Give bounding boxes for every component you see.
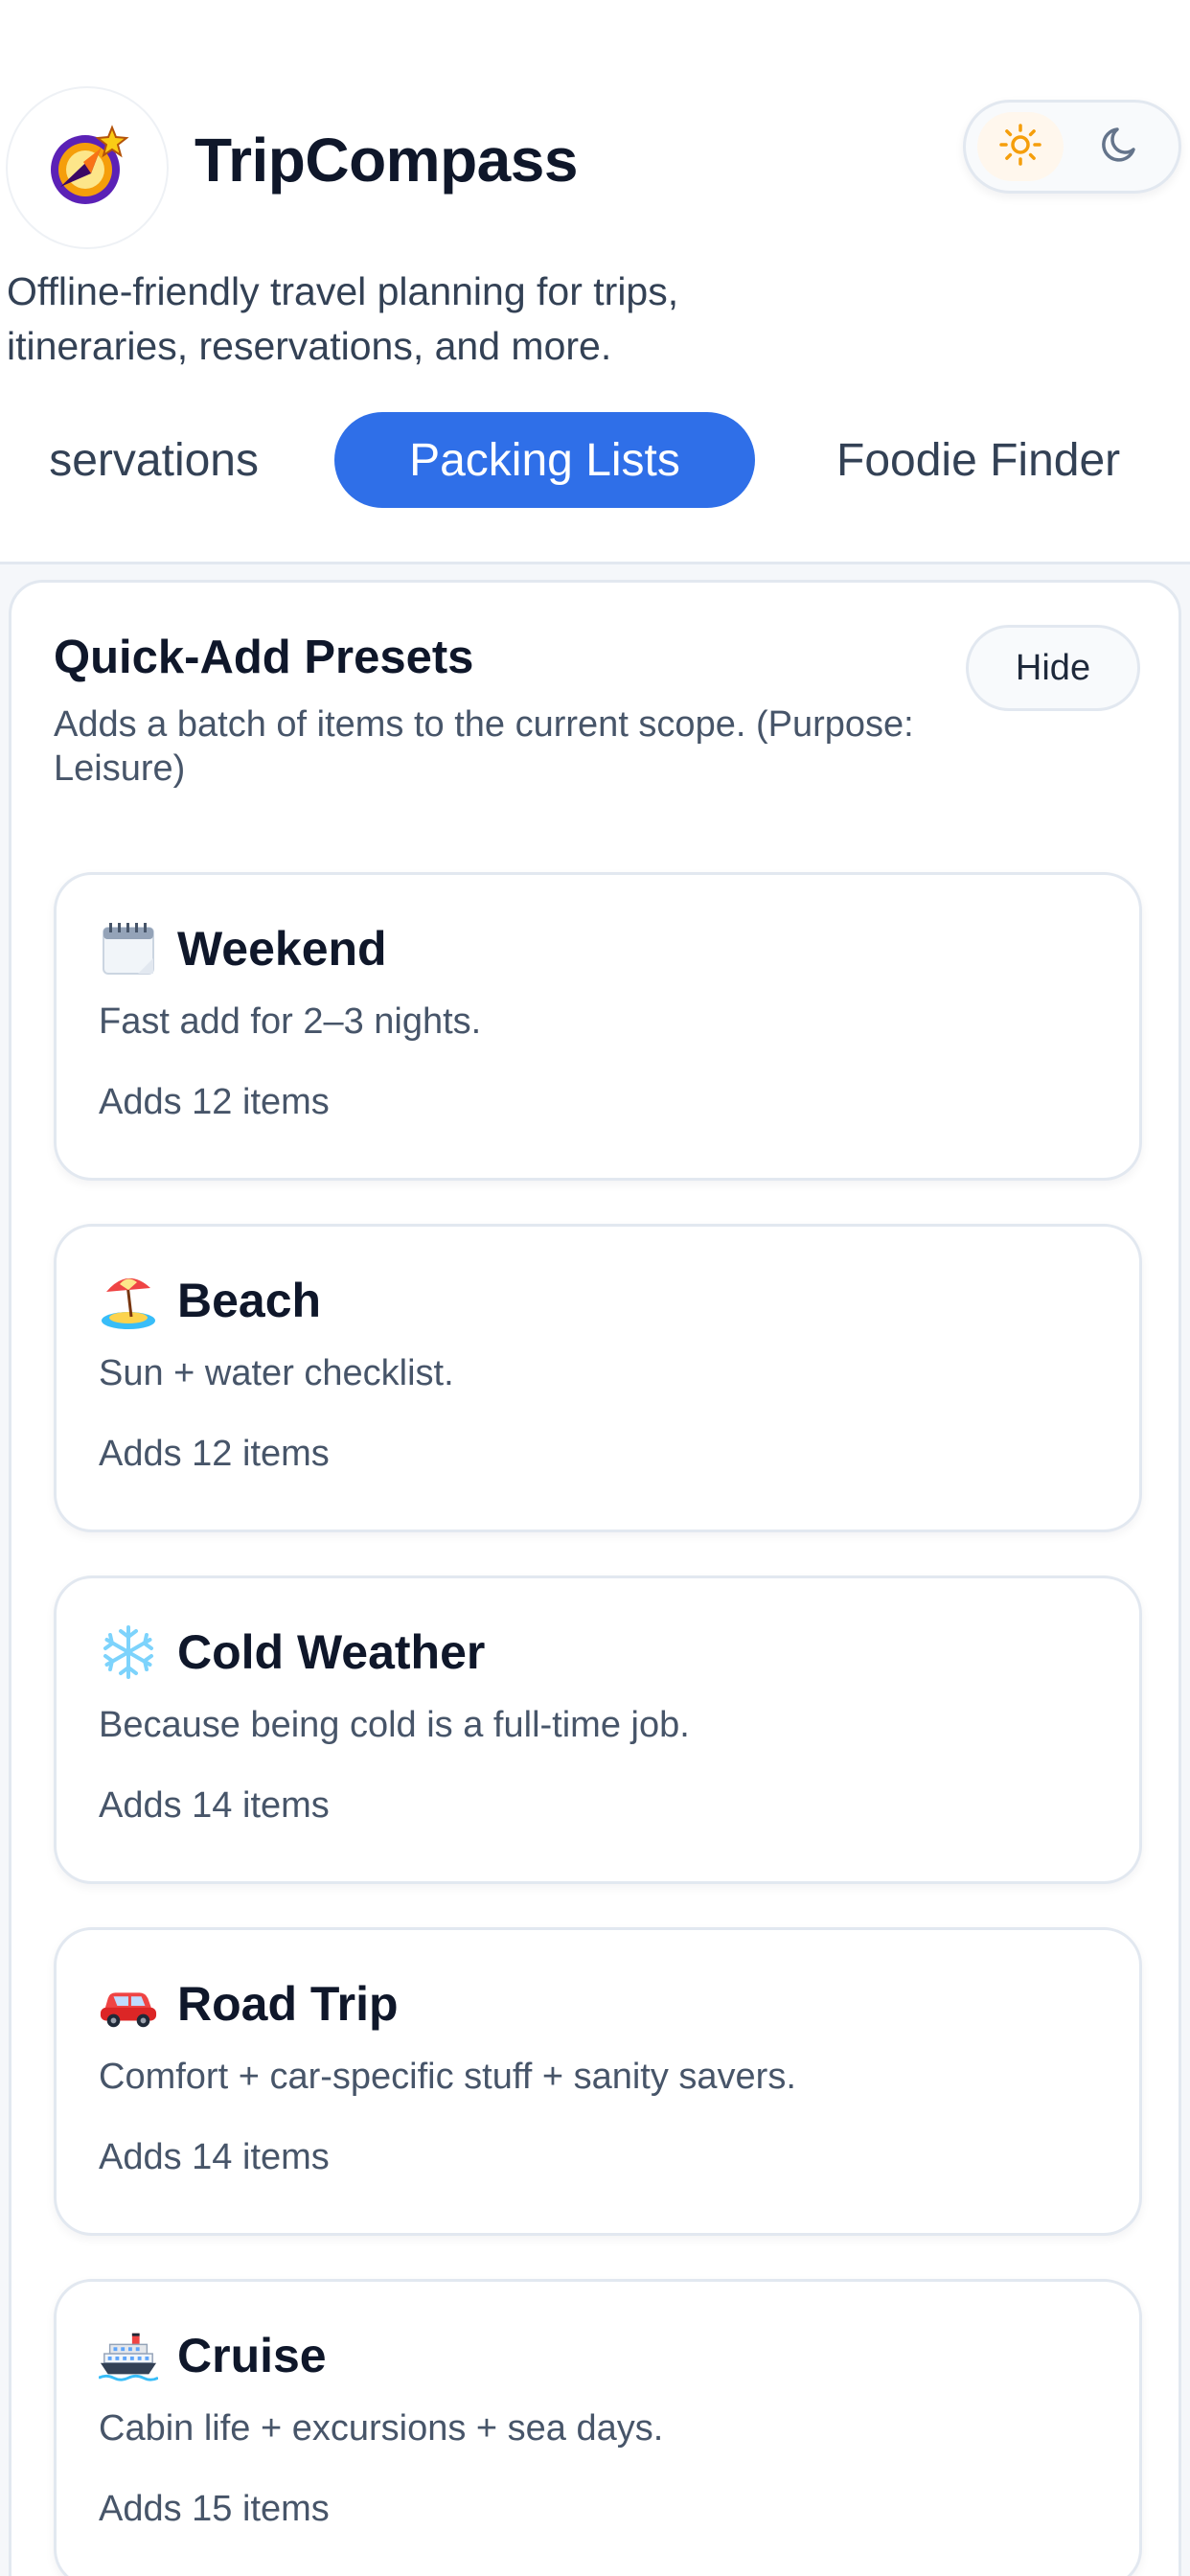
preset-description: Comfort + car-specific stuff + sanity sa…	[99, 2057, 796, 2097]
app-tagline: Offline-friendly travel planning for tri…	[7, 269, 679, 368]
preset-header: Cruise	[99, 2322, 327, 2389]
panel-description: Adds a batch of items to the current sco…	[54, 704, 914, 789]
car-icon	[99, 1974, 158, 2034]
moon-icon	[1098, 123, 1142, 172]
preset-description: Because being cold is a full-time job.	[99, 1705, 690, 1745]
preset-item-count: Adds 15 items	[99, 2489, 330, 2529]
preset-item-count: Adds 12 items	[99, 1434, 330, 1474]
app-header: TripCompass Offline-friendly travel plan…	[0, 0, 1190, 565]
beach-umbrella-icon	[99, 1271, 158, 1330]
preset-header: Road Trip	[99, 1970, 399, 2037]
preset-card-beach[interactable]: Beach Sun + water checklist. Adds 12 ite…	[54, 1224, 1142, 1532]
app-logo	[6, 86, 169, 249]
preset-header: Weekend	[99, 915, 387, 982]
dark-theme-button[interactable]	[1077, 112, 1163, 181]
preset-name: Beach	[177, 1274, 322, 1327]
preset-description: Sun + water checklist.	[99, 1353, 454, 1393]
preset-card-road-trip[interactable]: Road Trip Comfort + car-specific stuff +…	[54, 1927, 1142, 2236]
tab-reservations[interactable]: servations	[0, 412, 259, 508]
hide-presets-button[interactable]: Hide	[966, 625, 1140, 711]
theme-toggle	[963, 100, 1181, 194]
preset-item-count: Adds 12 items	[99, 1082, 330, 1122]
preset-item-count: Adds 14 items	[99, 2137, 330, 2177]
preset-description: Fast add for 2–3 nights.	[99, 1001, 482, 1042]
preset-card-weekend[interactable]: Weekend Fast add for 2–3 nights. Adds 12…	[54, 872, 1142, 1181]
compass-star-logo-icon	[41, 120, 133, 217]
ship-icon	[99, 2326, 158, 2385]
app-screen: TripCompass Offline-friendly travel plan…	[0, 0, 1190, 2576]
preset-description: Cabin life + excursions + sea days.	[99, 2408, 664, 2449]
preset-name: Cruise	[177, 2329, 327, 2382]
preset-name: Cold Weather	[177, 1625, 486, 1679]
quick-add-presets-panel: Quick-Add Presets Adds a batch of items …	[9, 580, 1181, 2576]
preset-header: Beach	[99, 1267, 321, 1334]
app-title: TripCompass	[195, 126, 578, 195]
preset-name: Road Trip	[177, 1977, 399, 2031]
panel-title: Quick-Add Presets	[54, 632, 474, 683]
preset-card-cold-weather[interactable]: Cold Weather Because being cold is a ful…	[54, 1576, 1142, 1884]
main-tabs: servations Packing Lists Foodie Finder	[0, 412, 1190, 508]
snowflake-icon	[99, 1622, 158, 1682]
preset-card-cruise[interactable]: Cruise Cabin life + excursions + sea day…	[54, 2279, 1142, 2576]
tab-foodie-finder[interactable]: Foodie Finder	[836, 412, 1190, 508]
sun-icon	[997, 122, 1043, 172]
calendar-icon	[99, 919, 158, 978]
light-theme-button[interactable]	[977, 112, 1064, 181]
tab-packing-lists[interactable]: Packing Lists	[334, 412, 755, 508]
preset-name: Weekend	[177, 922, 387, 976]
preset-header: Cold Weather	[99, 1619, 485, 1686]
preset-item-count: Adds 14 items	[99, 1785, 330, 1826]
